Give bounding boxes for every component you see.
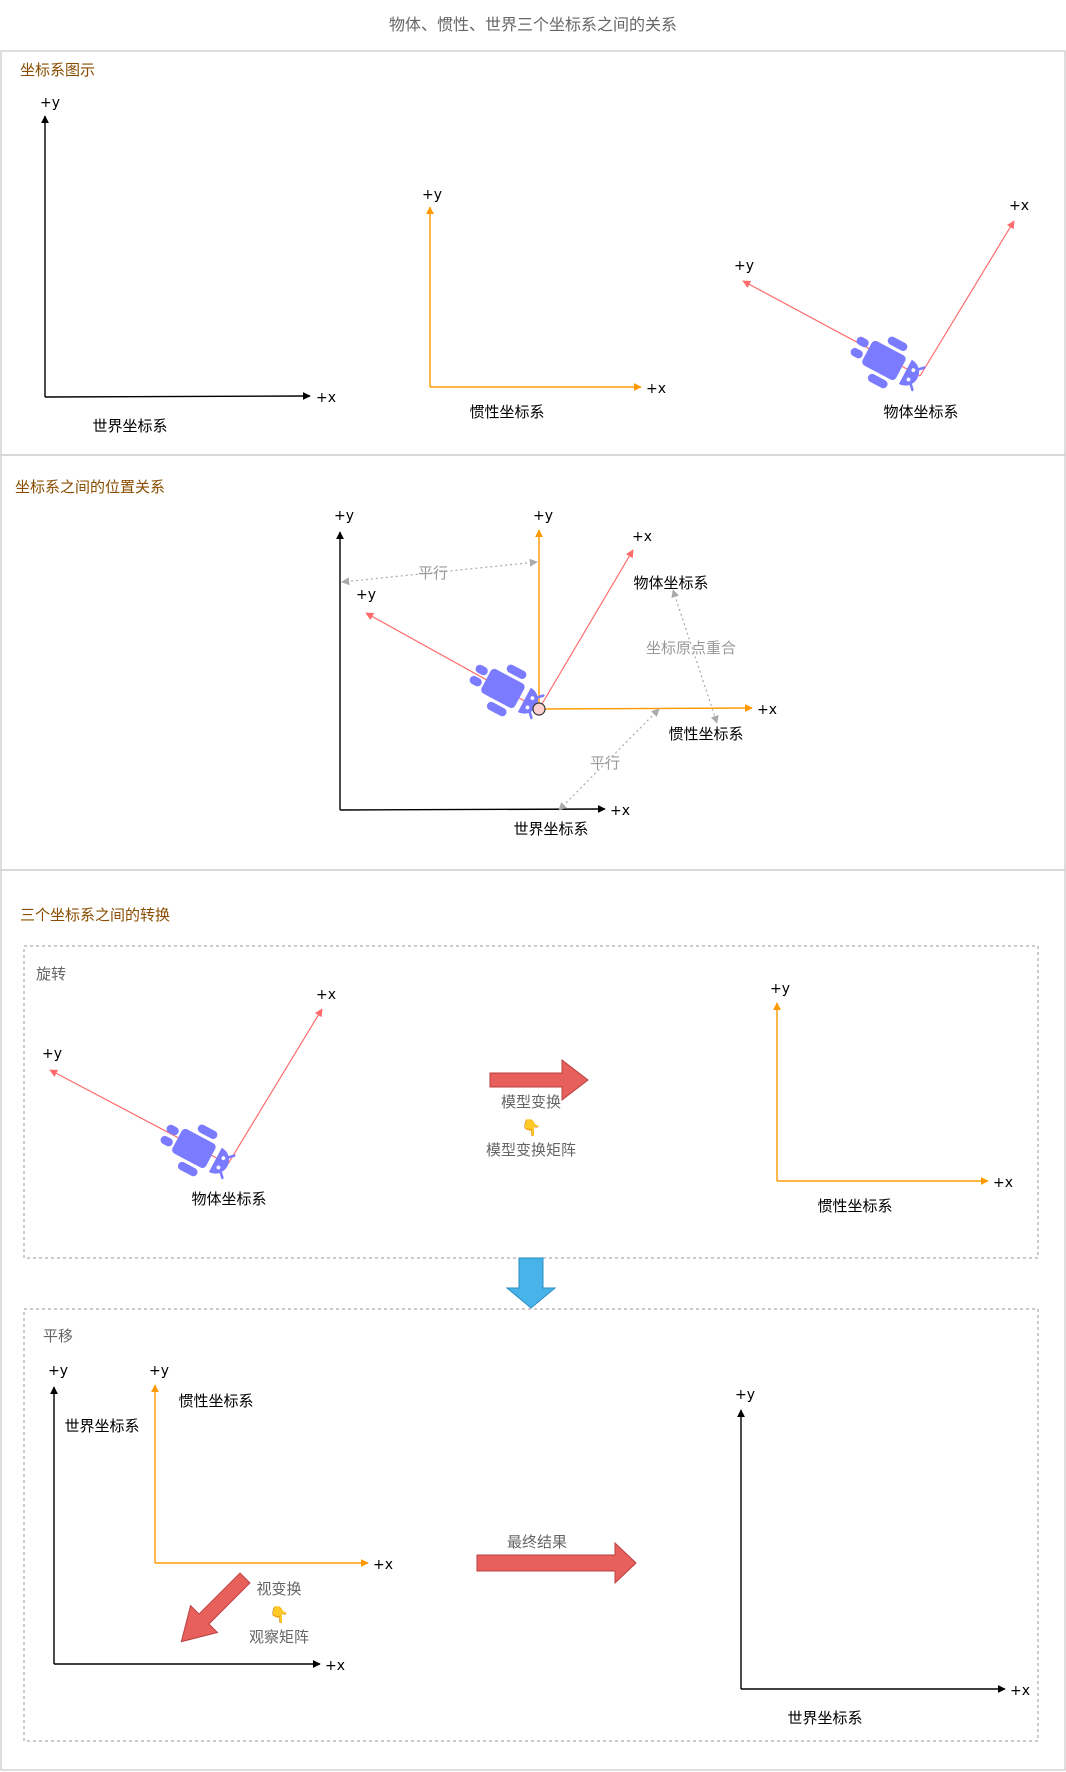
inertial-system-label-combined: 惯性坐标系: [668, 725, 743, 743]
world-system-label-result: 世界坐标系: [787, 1709, 862, 1727]
world-axes-result: [737, 1409, 1006, 1693]
object-system-label: 物体坐标系: [883, 403, 958, 421]
world-y-label-translation: +y: [48, 1363, 68, 1379]
world-y-label: +y: [40, 95, 60, 111]
object-x-label-rotation: +x: [316, 987, 336, 1003]
object-system-label-rotation: 物体坐标系: [191, 1190, 266, 1208]
world-x-label-result: +x: [1010, 1683, 1030, 1699]
inertial-y-label-combined: +y: [533, 508, 553, 524]
translation-panel: [23, 1308, 1039, 1742]
world-x-label-combined: +x: [610, 803, 630, 819]
world-x-label-translation: +x: [325, 1658, 345, 1674]
relation-connectors: [341, 558, 719, 811]
section-title-transform: 三个坐标系之间的转换: [20, 906, 170, 924]
model-transform-label: 模型变换: [501, 1093, 561, 1111]
parallel-label-bottom: 平行: [590, 754, 620, 772]
final-result-label: 最终结果: [507, 1533, 567, 1551]
inertial-x-label: +x: [646, 381, 666, 397]
world-system-label-translation: 世界坐标系: [64, 1417, 139, 1435]
inertial-axes-rotation: [773, 1002, 989, 1185]
coordinate-relation-diagram: 物体、惯性、世界三个坐标系之间的关系 坐标系图示 +y +x 世界坐标系 +y …: [0, 15, 1066, 1771]
pointing-down-icon: 👇: [269, 1605, 289, 1624]
world-axes-combined: [336, 531, 606, 814]
inertial-axes-translation: [151, 1384, 369, 1567]
android-robot-icon: [840, 321, 932, 402]
inertial-system-label: 惯性坐标系: [469, 403, 544, 421]
world-y-label-combined: +y: [334, 508, 354, 524]
rotation-panel-title: 旋转: [36, 965, 66, 983]
android-robot-icon: [150, 1109, 242, 1190]
object-x-label-combined: +x: [632, 529, 652, 545]
translation-panel-title: 平移: [43, 1327, 73, 1345]
diagram-title: 物体、惯性、世界三个坐标系之间的关系: [389, 15, 677, 34]
inertial-x-label-translation: +x: [373, 1557, 393, 1573]
object-x-label: +x: [1009, 198, 1029, 214]
section-title-illustration: 坐标系图示: [20, 61, 95, 79]
pointing-down-icon: 👇: [521, 1118, 541, 1137]
inertial-system-label-rotation: 惯性坐标系: [817, 1197, 892, 1215]
model-matrix-label: 模型变换矩阵: [486, 1141, 576, 1159]
object-y-label: +y: [734, 258, 754, 274]
inertial-y-label-translation: +y: [149, 1363, 169, 1379]
world-system-label-combined: 世界坐标系: [513, 820, 588, 838]
view-transform-label: 视变换: [256, 1580, 301, 1598]
inertial-axes-combined: [535, 529, 753, 713]
inertial-axes: [426, 206, 642, 391]
world-axes: [41, 115, 311, 401]
object-y-label-combined: +y: [356, 587, 376, 603]
android-robot-icon: [459, 649, 551, 730]
inertial-y-label-rotation: +y: [770, 981, 790, 997]
inertial-system-label-translation: 惯性坐标系: [178, 1392, 253, 1410]
next-step-down-arrow: [505, 1257, 557, 1309]
object-y-label-rotation: +y: [42, 1046, 62, 1062]
view-matrix-label: 观察矩阵: [249, 1628, 309, 1646]
inertial-x-label-rotation: +x: [993, 1175, 1013, 1191]
world-x-label: +x: [316, 390, 336, 406]
world-y-label-result: +y: [735, 1387, 755, 1403]
section-title-position: 坐标系之间的位置关系: [15, 478, 165, 496]
section-frame-transform: [0, 869, 1066, 1771]
world-system-label: 世界坐标系: [92, 417, 167, 435]
object-system-label-combined: 物体坐标系: [633, 574, 708, 592]
inertial-x-label-combined: +x: [757, 702, 777, 718]
shared-origin-point: [532, 702, 546, 716]
section-frame-illustration: [0, 50, 1066, 456]
view-transform-arrow: [180, 1572, 251, 1643]
inertial-y-label: +y: [422, 187, 442, 203]
parallel-label-top: 平行: [418, 564, 448, 582]
origin-coincide-label: 坐标原点重合: [646, 639, 736, 657]
